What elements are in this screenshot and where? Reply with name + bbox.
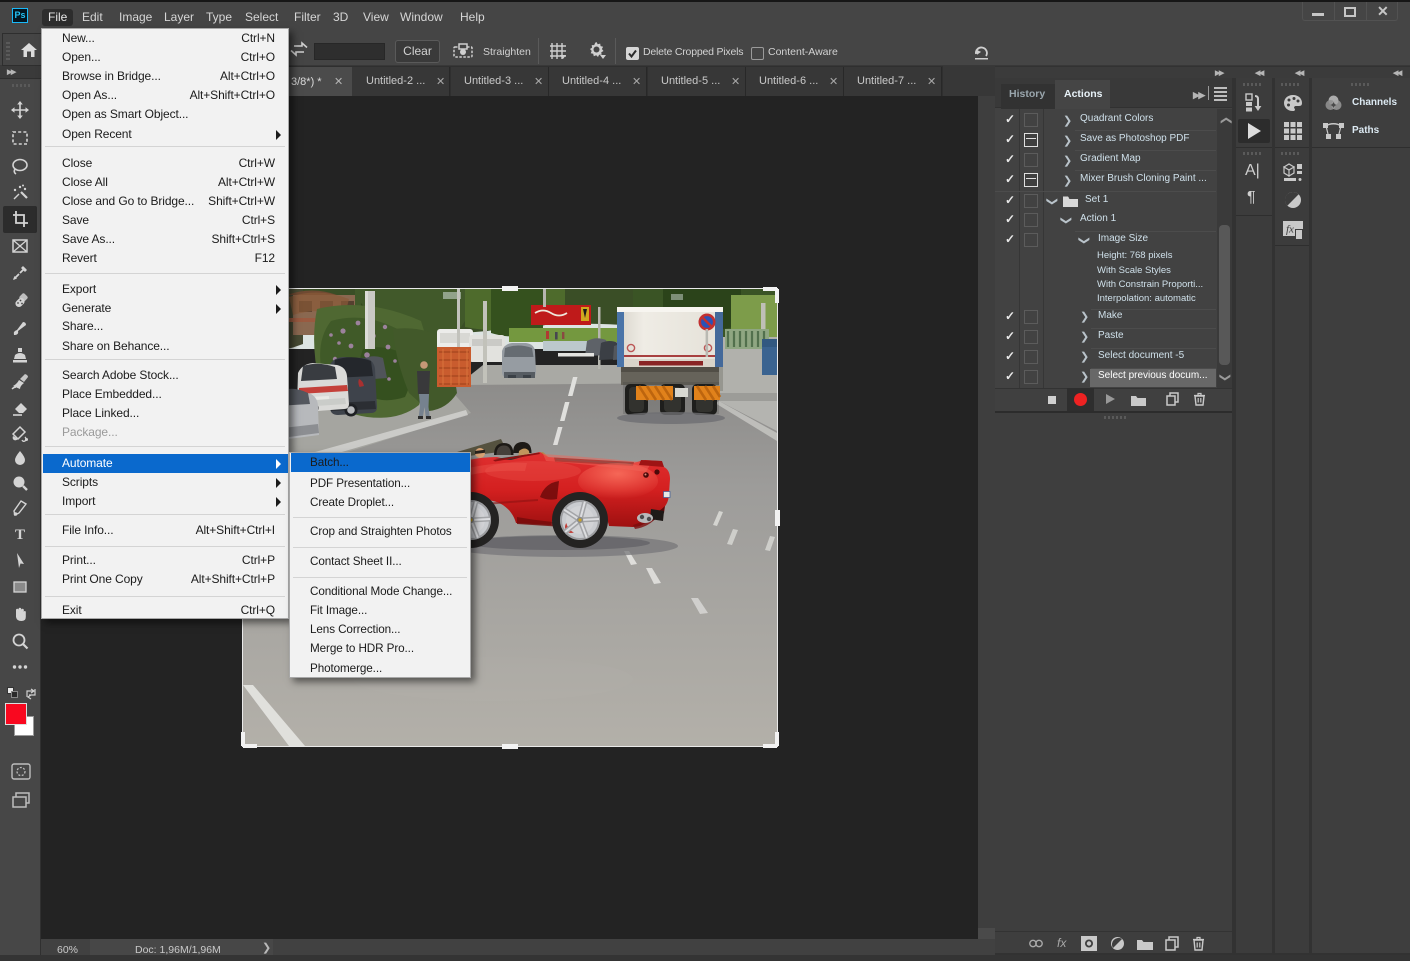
svg-text:fx: fx [1286,224,1294,236]
svg-text:T: T [15,527,25,543]
